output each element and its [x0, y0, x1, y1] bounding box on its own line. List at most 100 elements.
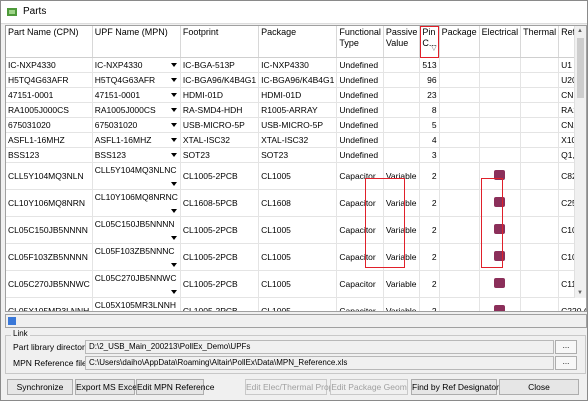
cell-cpn[interactable]: ASFL1-16MHZ — [6, 132, 93, 148]
cell-thermal[interactable] — [520, 216, 560, 244]
cell-pins[interactable]: 23 — [419, 87, 440, 103]
table-row[interactable]: RA1005J000CS RA1005J000CS RA-SMD4-HDH R1005… — [6, 102, 586, 118]
cell-elec[interactable] — [479, 57, 522, 73]
cell-footprint[interactable]: USB-MICRO-5P — [180, 117, 260, 133]
edit-elec-thermal-button[interactable]: Edit Elec/Thermal Prop — [245, 379, 333, 395]
cell-pins[interactable]: 2 — [419, 270, 440, 298]
cell-cpn[interactable]: CLL5Y104MQ3NLN — [6, 162, 93, 190]
cell-ftype[interactable]: Undefined — [336, 147, 384, 163]
cell-package[interactable]: CL1005 — [258, 297, 338, 311]
cell-passive[interactable] — [383, 57, 421, 73]
cell-pins[interactable]: 96 — [419, 72, 440, 88]
cell-cpn[interactable]: CL05X105MR3LNNH — [6, 297, 93, 311]
cell-cpn[interactable]: H5TQ4G63AFR — [6, 72, 93, 88]
column-header-mpn[interactable]: UPF Name (MPN) — [92, 26, 181, 58]
cell-mpn[interactable]: CL10Y106MQ8NRNC — [92, 189, 181, 217]
cell-cpn[interactable]: IC-NXP4330 — [6, 57, 93, 73]
cell-pins[interactable]: 5 — [419, 117, 440, 133]
cell-thermal[interactable] — [520, 162, 560, 190]
table-row[interactable]: 47151-0001 47151-0001 HDMI-01D HDMI-01D Unde… — [6, 87, 586, 103]
cell-ftype[interactable]: Capacitor — [336, 297, 384, 311]
cell-ftype[interactable]: Undefined — [336, 117, 384, 133]
cell-package[interactable]: USB-MICRO-5P — [258, 117, 338, 133]
cell-pkg2[interactable] — [439, 189, 480, 217]
cell-pkg2[interactable] — [439, 117, 480, 133]
column-header-electrical[interactable]: Electrical — [479, 26, 522, 58]
cell-pkg2[interactable] — [439, 147, 480, 163]
cell-ftype[interactable]: Undefined — [336, 102, 384, 118]
cell-passive[interactable] — [383, 117, 421, 133]
cell-pins[interactable]: 2 — [419, 216, 440, 244]
export-excel-button[interactable]: Export MS Excel — [75, 379, 139, 395]
cell-elec[interactable] — [479, 72, 522, 88]
cell-pins[interactable]: 513 — [419, 57, 440, 73]
cell-passive[interactable] — [383, 87, 421, 103]
parts-grid[interactable]: Part Name (CPN) UPF Name (MPN) Footprint… — [5, 25, 587, 312]
part-library-browse-button[interactable]: ... — [555, 340, 577, 354]
cell-pins[interactable]: 2 — [419, 243, 440, 271]
cell-passive[interactable] — [383, 132, 421, 148]
dropdown-arrow-icon[interactable] — [170, 206, 178, 216]
cell-pkg2[interactable] — [439, 57, 480, 73]
cell-ftype[interactable]: Undefined — [336, 72, 384, 88]
cell-thermal[interactable] — [520, 132, 560, 148]
cell-cpn[interactable]: 47151-0001 — [6, 87, 93, 103]
cell-thermal[interactable] — [520, 270, 560, 298]
cell-pins[interactable]: 3 — [419, 147, 440, 163]
cell-thermal[interactable] — [520, 243, 560, 271]
vertical-scroll-thumb[interactable] — [577, 38, 584, 98]
cell-mpn[interactable]: RA1005J000CS — [92, 102, 181, 118]
part-library-path-field[interactable]: D:\2_USB_Main_200213\PollEx_Demo\UPFs — [85, 340, 554, 354]
cell-elec[interactable] — [479, 147, 522, 163]
scroll-up-icon[interactable]: ▲ — [577, 28, 583, 34]
cell-thermal[interactable] — [520, 102, 560, 118]
column-header-footprint[interactable]: Footprint — [180, 26, 260, 58]
cell-passive[interactable] — [383, 147, 421, 163]
cell-footprint[interactable]: HDMI-01D — [180, 87, 260, 103]
dropdown-arrow-icon[interactable] — [170, 90, 178, 100]
cell-thermal[interactable] — [520, 117, 560, 133]
cell-pkg2[interactable] — [439, 297, 480, 311]
column-header-cpn[interactable]: Part Name (CPN) — [6, 26, 93, 58]
cell-thermal[interactable] — [520, 87, 560, 103]
cell-pins[interactable]: 4 — [419, 132, 440, 148]
cell-elec[interactable] — [479, 102, 522, 118]
cell-pins[interactable]: 2 — [419, 189, 440, 217]
horizontal-scrollbar[interactable] — [5, 314, 587, 328]
cell-mpn[interactable]: CL05X105MR3LNNH — [92, 297, 181, 311]
table-row[interactable]: IC-NXP4330 IC-NXP4330 IC-BGA-513P IC-NXP433… — [6, 57, 586, 73]
column-header-passive-value[interactable]: Passive Value — [383, 26, 421, 58]
cell-mpn[interactable]: BSS123 — [92, 147, 181, 163]
dropdown-arrow-icon[interactable] — [170, 120, 178, 130]
dropdown-arrow-icon[interactable] — [170, 75, 178, 85]
cell-pkg2[interactable] — [439, 87, 480, 103]
dropdown-arrow-icon[interactable] — [170, 105, 178, 115]
cell-footprint[interactable]: RA-SMD4-HDH — [180, 102, 260, 118]
column-header-pin-count[interactable]: Pin C... ▽ — [419, 26, 440, 58]
cell-ftype[interactable]: Capacitor — [336, 270, 384, 298]
cell-footprint[interactable]: SOT23 — [180, 147, 260, 163]
cell-mpn[interactable]: 675031020 — [92, 117, 181, 133]
cell-cpn[interactable]: CL10Y106MQ8NRN — [6, 189, 93, 217]
cell-mpn[interactable]: CL05F103ZB5NNNC — [92, 243, 181, 271]
dropdown-arrow-icon[interactable] — [170, 150, 178, 160]
column-header-package-2[interactable]: Package — [439, 26, 480, 58]
cell-footprint[interactable]: XTAL-ISC32 — [180, 132, 260, 148]
cell-passive[interactable]: Variable — [383, 297, 421, 311]
cell-cpn[interactable]: BSS123 — [6, 147, 93, 163]
cell-pkg2[interactable] — [439, 162, 480, 190]
scroll-down-icon[interactable]: ▼ — [577, 290, 583, 296]
cell-elec[interactable] — [479, 87, 522, 103]
dropdown-arrow-icon[interactable] — [170, 233, 178, 243]
cell-package[interactable]: HDMI-01D — [258, 87, 338, 103]
cell-mpn[interactable]: ASFL1-16MHZ — [92, 132, 181, 148]
cell-passive[interactable]: Variable — [383, 270, 421, 298]
cell-elec[interactable] — [479, 297, 522, 311]
cell-package[interactable]: IC-BGA96/K4B4G1 — [258, 72, 338, 88]
cell-mpn[interactable]: CL05C270JB5NNWC — [92, 270, 181, 298]
cell-package[interactable]: R1005-ARRAY — [258, 102, 338, 118]
cell-pkg2[interactable] — [439, 72, 480, 88]
table-row[interactable]: H5TQ4G63AFR H5TQ4G63AFR IC-BGA96/K4B4G1 IC-… — [6, 72, 586, 88]
cell-mpn[interactable]: CLL5Y104MQ3NLNC — [92, 162, 181, 190]
cell-passive[interactable] — [383, 72, 421, 88]
